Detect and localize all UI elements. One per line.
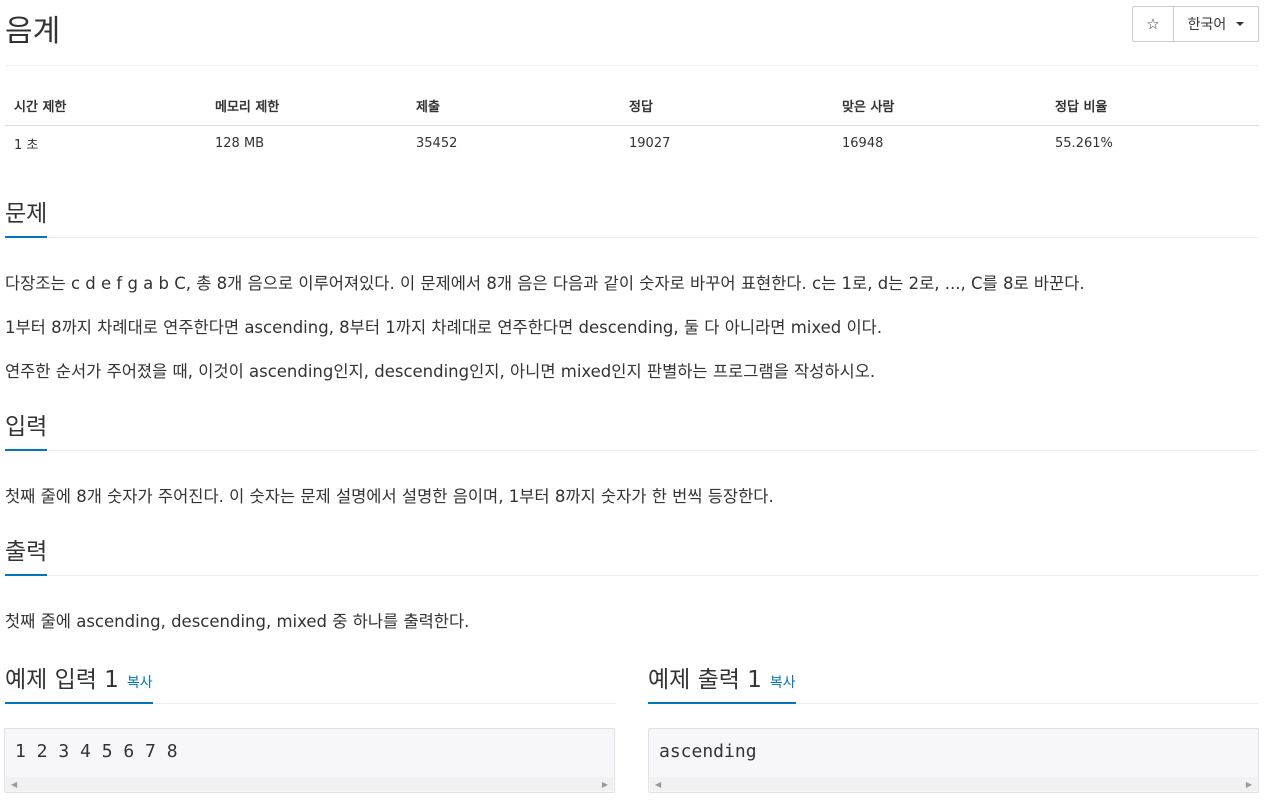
horizontal-scrollbar[interactable]: ◀ ▶ — [650, 777, 1257, 791]
problem-paragraph: 1부터 8까지 차례대로 연주한다면 ascending, 8부터 1까지 차례… — [5, 318, 883, 337]
sample-output-label: 예제 출력 1 — [648, 667, 762, 693]
sample-output-box[interactable]: ascending ◀ ▶ — [648, 728, 1259, 793]
memory-limit-header: 메모리 제한 — [206, 87, 407, 126]
output-section-title: 출력 — [5, 532, 48, 576]
page-title: 음계 — [5, 14, 61, 49]
output-section-header: 출력 — [5, 532, 1259, 576]
info-value-row: 1 초 128 MB 35452 19027 16948 55.261% — [5, 125, 1259, 161]
problem-paragraph: 연주한 순서가 주어졌을 때, 이것이 ascending인지, descend… — [5, 362, 876, 381]
submissions-value: 35452 — [416, 135, 458, 151]
scroll-right-icon[interactable]: ▶ — [602, 780, 608, 789]
scroll-left-icon[interactable]: ◀ — [655, 780, 661, 789]
sample-input-label: 예제 입력 1 — [5, 667, 119, 693]
problem-info-table: 시간 제한 메모리 제한 제출 정답 맞은 사람 정답 비율 1 초 128 M… — [5, 87, 1259, 161]
horizontal-scrollbar[interactable]: ◀ ▶ — [6, 777, 613, 791]
language-dropdown[interactable]: 한국어 — [1174, 7, 1258, 41]
sample-output-header: 예제 출력 1 복사 — [648, 660, 1259, 704]
sample-input-box[interactable]: 1 2 3 4 5 6 7 8 ◀ ▶ — [4, 728, 615, 793]
memory-limit-value: 128 MB — [215, 135, 265, 151]
scroll-left-icon[interactable]: ◀ — [11, 780, 17, 789]
sample-input-title: 예제 입력 1 복사 — [5, 660, 153, 704]
problem-section-header: 문제 — [5, 194, 1259, 238]
star-icon: ☆ — [1146, 15, 1160, 33]
copy-output-link[interactable]: 복사 — [770, 675, 796, 691]
time-limit-header: 시간 제한 — [5, 87, 206, 126]
sample-output-value: ascending — [659, 741, 757, 762]
time-limit-value: 1 초 — [14, 137, 39, 153]
caret-down-icon — [1236, 22, 1245, 26]
problem-section-title: 문제 — [5, 194, 48, 238]
page-header: 음계 ☆ 한국어 — [5, 0, 1259, 66]
scroll-right-icon[interactable]: ▶ — [1246, 780, 1252, 789]
star-button[interactable]: ☆ — [1133, 7, 1174, 41]
input-description: 첫째 줄에 8개 숫자가 주어진다. 이 숫자는 문제 설명에서 설명한 음이며… — [5, 487, 774, 506]
accept-ratio-header: 정답 비율 — [1046, 87, 1259, 126]
info-header-row: 시간 제한 메모리 제한 제출 정답 맞은 사람 정답 비율 — [5, 87, 1259, 126]
sample-input-header: 예제 입력 1 복사 — [5, 660, 616, 704]
submissions-header: 제출 — [407, 87, 620, 126]
input-section-header: 입력 — [5, 407, 1259, 451]
solved-users-header: 맞은 사람 — [833, 87, 1046, 126]
sample-input-value: 1 2 3 4 5 6 7 8 — [15, 741, 178, 762]
language-label: 한국어 — [1187, 17, 1227, 33]
header-toolbar: ☆ 한국어 — [1132, 6, 1259, 42]
sample-output-title: 예제 출력 1 복사 — [648, 660, 796, 704]
accepted-header: 정답 — [620, 87, 833, 126]
solved-users-value: 16948 — [842, 135, 884, 151]
input-section-title: 입력 — [5, 407, 48, 451]
accept-ratio-value: 55.261% — [1055, 135, 1113, 151]
accepted-value: 19027 — [629, 135, 671, 151]
copy-input-link[interactable]: 복사 — [127, 675, 153, 691]
output-description: 첫째 줄에 ascending, descending, mixed 중 하나를… — [5, 612, 470, 631]
problem-paragraph: 다장조는 c d e f g a b C, 총 8개 음으로 이루어져있다. 이… — [5, 274, 1085, 293]
